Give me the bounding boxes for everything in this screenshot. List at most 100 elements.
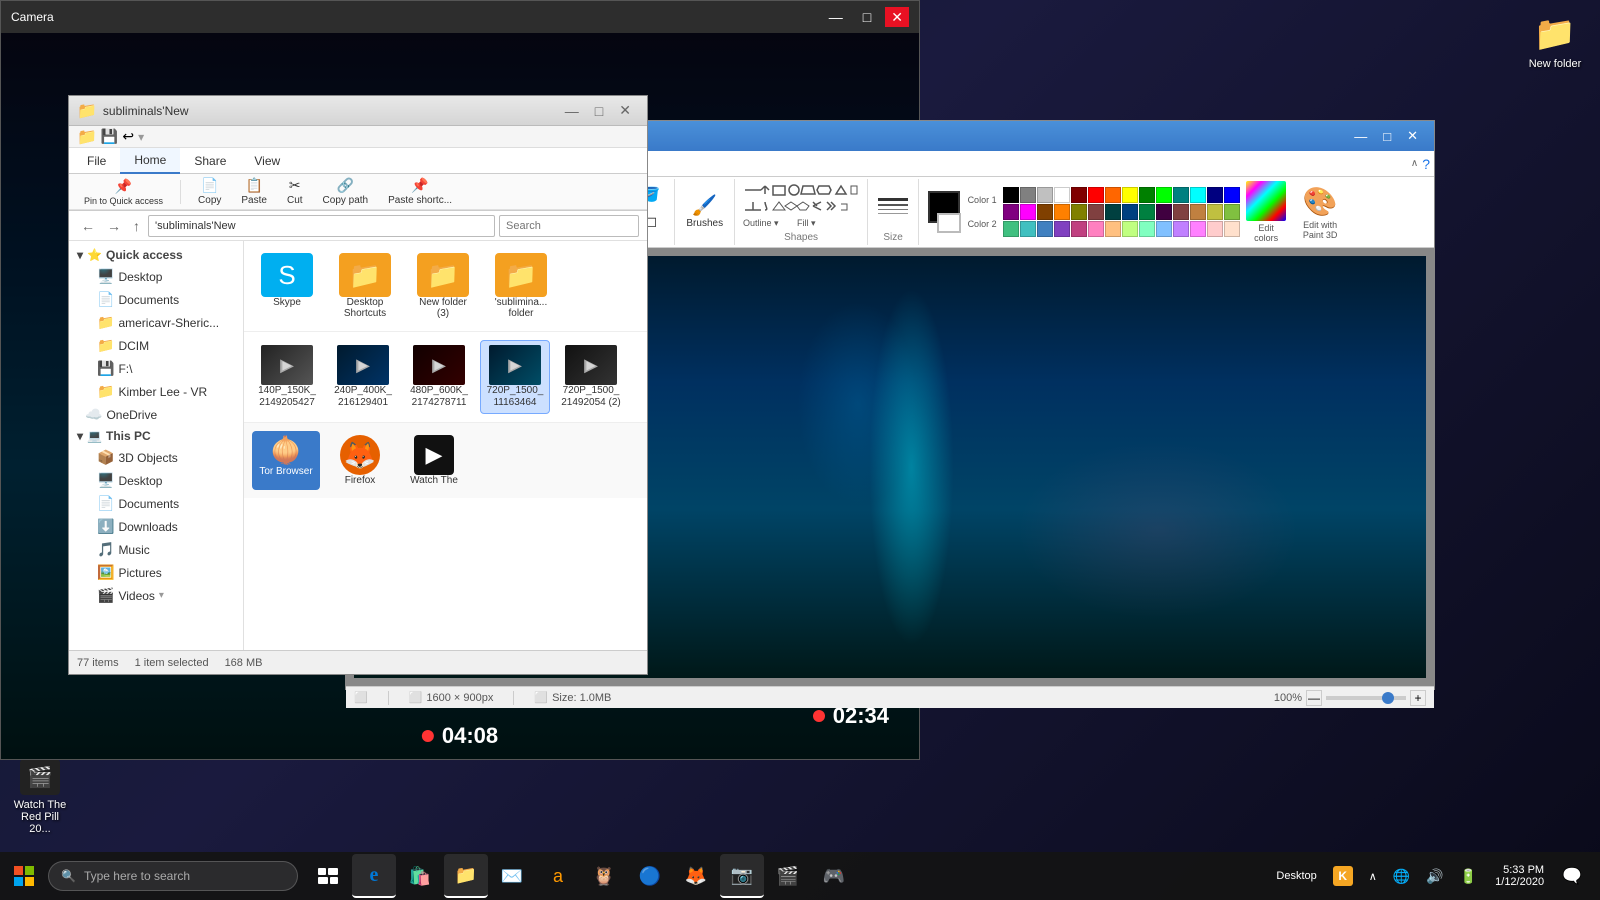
color-swatch-19[interactable] — [1088, 204, 1104, 220]
color-swatch-4[interactable] — [1071, 187, 1087, 203]
exp-paste-btn[interactable]: 📋 Paste — [234, 177, 274, 207]
color-swatch-37[interactable] — [1156, 221, 1172, 237]
paint-help-icon[interactable]: ? — [1422, 156, 1430, 172]
color-swatch-17[interactable] — [1054, 204, 1070, 220]
tor-browser-exp-item[interactable]: 🧅 Tor Browser — [252, 431, 320, 490]
taskbar-app7[interactable]: 🔵 — [628, 854, 672, 898]
nav-onedrive[interactable]: ☁️ OneDrive — [69, 403, 243, 426]
file-item-2[interactable]: ▶ 240P_400K_216129401 — [328, 340, 398, 414]
taskbar-network[interactable]: 🌐 — [1387, 866, 1416, 887]
camera-close-btn[interactable]: ✕ — [885, 7, 909, 27]
color-swatch-27[interactable] — [1224, 204, 1240, 220]
color-swatch-20[interactable] — [1105, 204, 1121, 220]
color-swatch-0[interactable] — [1003, 187, 1019, 203]
nav-3d-objects[interactable]: 📦 3D Objects — [69, 446, 243, 469]
zoom-slider[interactable] — [1326, 696, 1406, 700]
color-swatch-36[interactable] — [1139, 221, 1155, 237]
subliminals-folder-item[interactable]: 📁 'sublimina... folder — [486, 249, 556, 323]
color-swatch-23[interactable] — [1156, 204, 1172, 220]
firefox-exp-item[interactable]: 🦊 Firefox — [326, 431, 394, 490]
zoom-in-btn[interactable]: + — [1410, 690, 1426, 706]
nav-documents2[interactable]: 📄 Documents — [69, 492, 243, 515]
explorer-maximize-btn[interactable]: □ — [587, 96, 611, 126]
nav-downloads[interactable]: ⬇️ Downloads — [69, 515, 243, 538]
file-item-3[interactable]: ▶ 480P_600K_2174278711 — [404, 340, 474, 414]
color-swatch-24[interactable] — [1173, 204, 1189, 220]
taskbar-mail[interactable]: ✉️ — [490, 854, 534, 898]
brushes-btn[interactable]: 🖌️ Brushes — [681, 185, 728, 237]
color-swatch-41[interactable] — [1224, 221, 1240, 237]
camera-minimize-btn[interactable]: — — [823, 7, 849, 27]
color-swatch-35[interactable] — [1122, 221, 1138, 237]
skype-folder-item[interactable]: S Skype — [252, 249, 322, 323]
color-swatch-16[interactable] — [1037, 204, 1053, 220]
color-swatch-39[interactable] — [1190, 221, 1206, 237]
address-input[interactable] — [148, 215, 495, 237]
nav-desktop[interactable]: 🖥️ Desktop — [69, 265, 243, 288]
file-item-5[interactable]: ▶ 720P_1500_21492054 (2) — [556, 340, 626, 414]
explorer-minimize-btn[interactable]: — — [557, 96, 587, 126]
nav-videos[interactable]: 🎬 Videos ▾ — [69, 584, 243, 607]
color-swatch-33[interactable] — [1088, 221, 1104, 237]
this-pc-header[interactable]: ▾ 💻 This PC — [69, 426, 243, 446]
nav-fa[interactable]: 💾 F:\ — [69, 357, 243, 380]
color-swatch-10[interactable] — [1173, 187, 1189, 203]
taskbar-up-arrow[interactable]: ∧ — [1363, 868, 1383, 885]
watch-red-pill-icon[interactable]: 🎬 Watch The Red Pill 20... — [6, 755, 74, 839]
color-swatch-32[interactable] — [1071, 221, 1087, 237]
color-swatch-26[interactable] — [1207, 204, 1223, 220]
exp-copy-btn[interactable]: 📄 Copy — [191, 177, 228, 207]
new-folder-right-icon[interactable]: 📁 New folder — [1520, 10, 1590, 74]
color-swatch-8[interactable] — [1139, 187, 1155, 203]
explorer-tab-file[interactable]: File — [73, 148, 120, 174]
color-swatch-28[interactable] — [1003, 221, 1019, 237]
taskbar-sound[interactable]: 🔊 — [1420, 866, 1449, 887]
color-swatch-1[interactable] — [1020, 187, 1036, 203]
exp-quick-undo[interactable]: ↩ — [122, 128, 134, 145]
taskbar-firefox[interactable]: 🦊 — [674, 854, 718, 898]
pin-quick-btn[interactable]: 📌 Pin to Quick access — [77, 177, 170, 207]
quick-access-header[interactable]: ▾ ⭐ Quick access — [69, 245, 243, 265]
color-swatch-29[interactable] — [1020, 221, 1036, 237]
explorer-close-btn[interactable]: ✕ — [611, 96, 639, 126]
paint-minimize-btn[interactable]: — — [1346, 121, 1375, 151]
desktop-shortcuts-folder-item[interactable]: 📁 Desktop Shortcuts — [330, 249, 400, 323]
new-folder-3-item[interactable]: 📁 New folder (3) — [408, 249, 478, 323]
watch-the-exp-item[interactable]: ▶ Watch The — [400, 431, 468, 490]
taskbar-clock[interactable]: 5:33 PM 1/12/2020 — [1487, 862, 1552, 890]
taskbar-camera[interactable]: 📷 — [720, 854, 764, 898]
color-swatch-30[interactable] — [1037, 221, 1053, 237]
nav-documents[interactable]: 📄 Documents — [69, 288, 243, 311]
color-swatch-9[interactable] — [1156, 187, 1172, 203]
up-btn[interactable]: ↑ — [129, 216, 144, 236]
color-swatch-2[interactable] — [1037, 187, 1053, 203]
explorer-tab-share[interactable]: Share — [180, 148, 240, 174]
color-swatch-18[interactable] — [1071, 204, 1087, 220]
color-swatch-22[interactable] — [1139, 204, 1155, 220]
taskbar-search[interactable]: 🔍 Type here to search — [48, 861, 298, 891]
nav-americavr[interactable]: 📁 americavr-Sheric... — [69, 311, 243, 334]
back-btn[interactable]: ← — [77, 216, 99, 236]
nav-music[interactable]: 🎵 Music — [69, 538, 243, 561]
exp-paste-short-btn[interactable]: 📌 Paste shortc... — [381, 177, 459, 207]
color-swatch-38[interactable] — [1173, 221, 1189, 237]
zoom-out-btn[interactable]: — — [1306, 690, 1322, 706]
explorer-tab-home[interactable]: Home — [120, 148, 180, 174]
file-item-1[interactable]: ▶ 140P_150K_2149205427 — [252, 340, 322, 414]
color-swatch-13[interactable] — [1224, 187, 1240, 203]
taskbar-media[interactable]: 🎬 — [766, 854, 810, 898]
taskbar-edge[interactable]: e — [352, 854, 396, 898]
color-swatch-12[interactable] — [1207, 187, 1223, 203]
paint-close-btn[interactable]: ✕ — [1399, 121, 1426, 151]
start-button[interactable] — [0, 852, 48, 900]
exp-copy-path-btn[interactable]: 🔗 Copy path — [316, 177, 376, 207]
nav-dcim[interactable]: 📁 DCIM — [69, 334, 243, 357]
explorer-tab-view[interactable]: View — [240, 148, 294, 174]
edit-paint3d-btn[interactable]: 🎨 — [1303, 185, 1338, 218]
nav-desktop2[interactable]: 🖥️ Desktop — [69, 469, 243, 492]
nav-pictures[interactable]: 🖼️ Pictures — [69, 561, 243, 584]
forward-btn[interactable]: → — [103, 216, 125, 236]
color-swatch-5[interactable] — [1088, 187, 1104, 203]
camera-maximize-btn[interactable]: □ — [857, 7, 877, 27]
color-swatch-15[interactable] — [1020, 204, 1036, 220]
